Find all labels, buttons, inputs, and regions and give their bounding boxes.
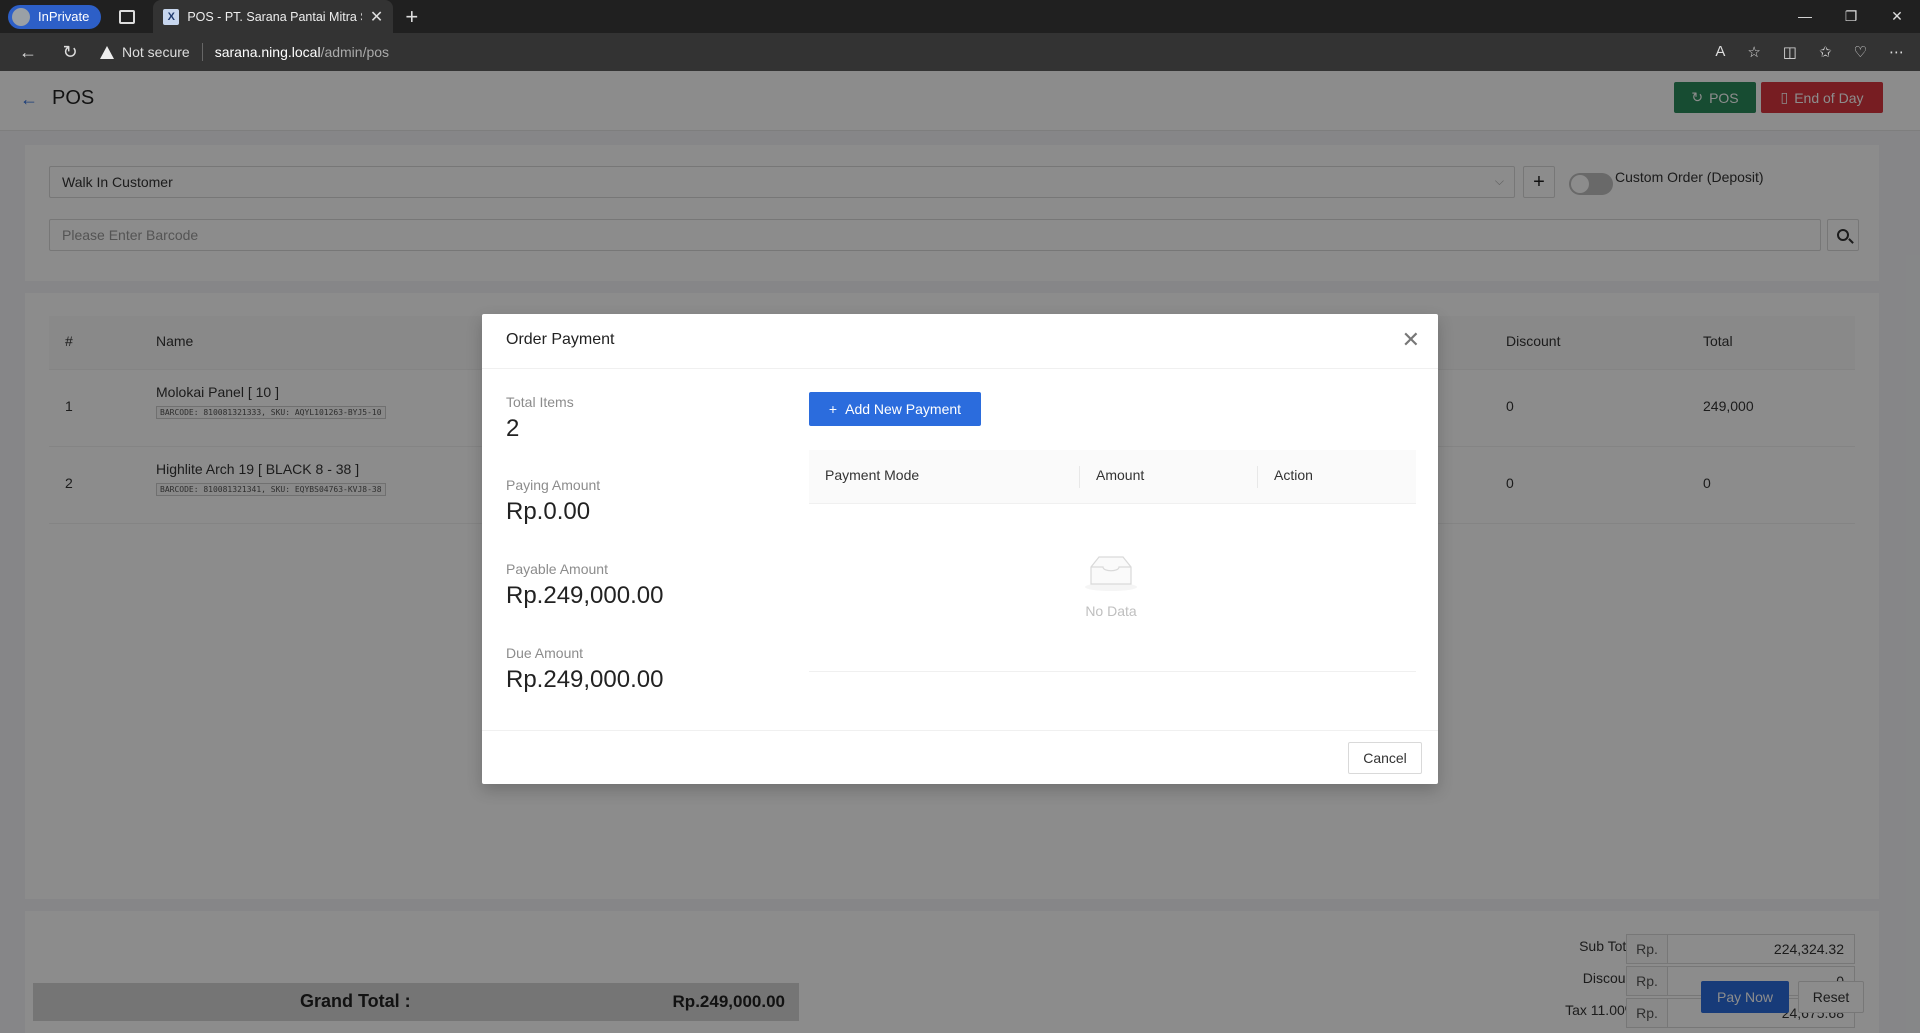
browser-essentials-icon[interactable]: ♡ [1854, 43, 1867, 61]
total-items-label: Total Items [506, 394, 574, 410]
total-items-value: 2 [506, 415, 520, 442]
pos-page: ← POS ↻ POS ▯ End of Day Walk In Custome… [0, 71, 1920, 1033]
browser-tab-strip: InPrivate X POS - PT. Sarana Pantai Mitr… [0, 0, 1920, 33]
more-options-icon[interactable]: ⋯ [1889, 43, 1904, 61]
tab-title: POS - PT. Sarana Pantai Mitra Se [187, 9, 362, 24]
modal-title: Order Payment [506, 331, 615, 348]
browser-toolbar-icons: A ☆ ◫ ✩ ♡ ⋯ [1715, 43, 1904, 61]
favorites-icon[interactable]: ✩ [1819, 43, 1832, 61]
restore-icon[interactable]: ❐ [1828, 8, 1874, 25]
due-amount-label: Due Amount [506, 645, 584, 661]
window-controls: — ❐ ✕ [1782, 8, 1920, 25]
favorite-star-icon[interactable]: ☆ [1747, 43, 1760, 61]
column-header: Action [1274, 467, 1313, 483]
add-new-payment-label: Add New Payment [845, 401, 962, 417]
column-divider [1079, 466, 1080, 488]
modal-footer: Cancel [482, 730, 1438, 784]
read-aloud-icon[interactable]: A [1715, 43, 1725, 61]
security-label: Not secure [122, 44, 190, 60]
order-payment-modal: Order Payment ✕ Total Items 2 Paying Amo… [482, 314, 1438, 784]
add-new-payment-button[interactable]: + Add New Payment [809, 392, 981, 426]
split-screen-icon[interactable]: ◫ [1783, 43, 1797, 61]
plus-icon: + [828, 401, 838, 417]
url-path: /admin/pos [320, 44, 390, 60]
inprivate-label: InPrivate [38, 9, 90, 24]
profile-avatar-icon [12, 7, 30, 26]
back-icon[interactable]: ← [14, 42, 42, 63]
column-divider [1257, 466, 1258, 488]
empty-state-text: No Data [1085, 603, 1137, 619]
tab-actions-icon[interactable] [119, 9, 136, 24]
close-window-icon[interactable]: ✕ [1874, 8, 1920, 25]
browser-tab[interactable]: X POS - PT. Sarana Pantai Mitra Se ✕ [153, 0, 394, 33]
minimize-icon[interactable]: — [1782, 8, 1828, 25]
payable-amount-label: Payable Amount [506, 561, 608, 577]
divider [809, 671, 1416, 672]
browser-address-bar: ← ↻ Not secure sarana.ning.local/admin/p… [0, 33, 1920, 71]
paying-amount-value: Rp.0.00 [506, 498, 591, 525]
empty-inbox-icon [1085, 556, 1137, 591]
divider [201, 43, 203, 61]
close-icon[interactable]: ✕ [1402, 327, 1420, 353]
column-header: Amount [1096, 467, 1145, 483]
refresh-icon[interactable]: ↻ [56, 42, 84, 63]
column-header: Payment Mode [825, 467, 920, 483]
new-tab-icon[interactable]: + [405, 4, 418, 30]
close-tab-icon[interactable]: ✕ [370, 7, 383, 27]
site-favicon-icon: X [163, 8, 180, 25]
warning-icon [100, 45, 114, 59]
url-field[interactable]: Not secure sarana.ning.local/admin/pos [100, 37, 1600, 67]
due-amount-value: Rp.249,000.00 [506, 666, 664, 693]
modal-header: Order Payment ✕ [482, 314, 1438, 369]
paying-amount-label: Paying Amount [506, 477, 601, 493]
inprivate-badge[interactable]: InPrivate [8, 4, 102, 29]
cancel-button[interactable]: Cancel [1348, 742, 1422, 774]
url-host: sarana.ning.local [214, 44, 321, 60]
payment-table-header: Payment Mode Amount Action [809, 450, 1416, 504]
payable-amount-value: Rp.249,000.00 [506, 582, 664, 609]
